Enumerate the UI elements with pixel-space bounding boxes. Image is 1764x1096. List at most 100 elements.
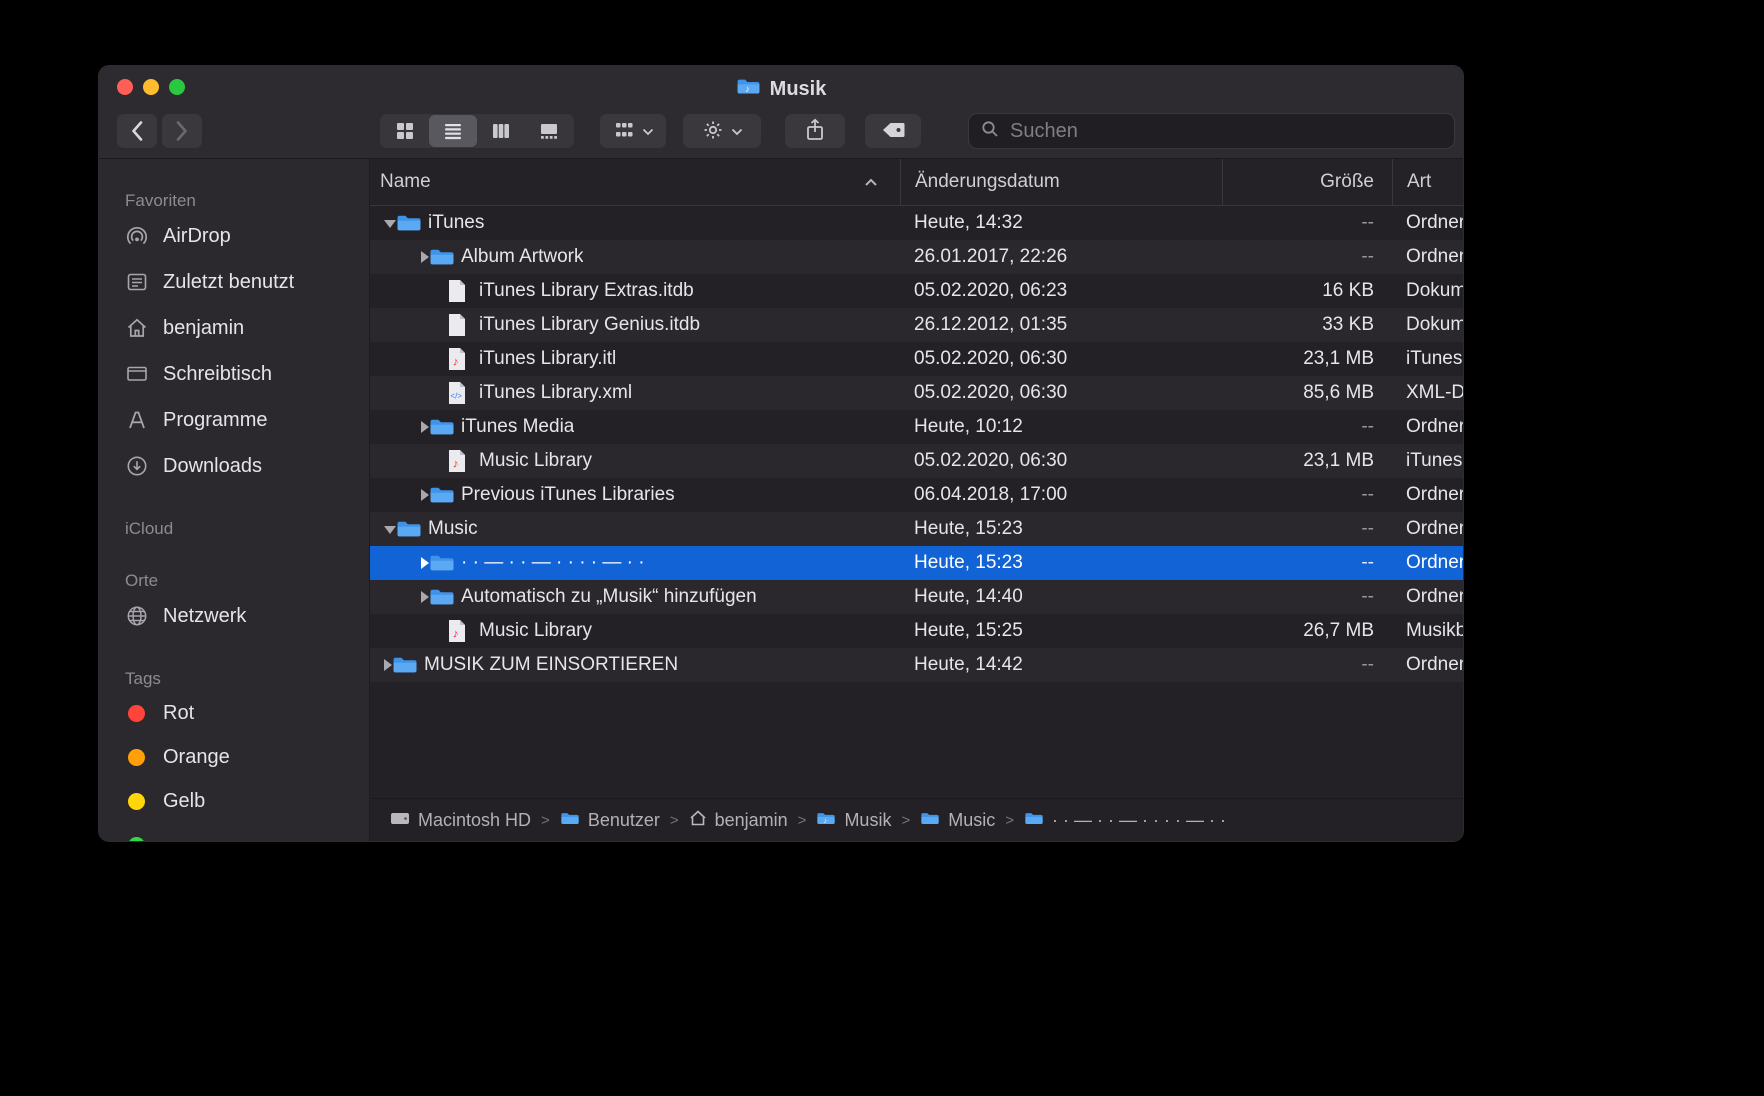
kind-cell: Musikbibliothek <box>1406 620 1463 641</box>
kind-cell: Ordner <box>1406 552 1463 573</box>
chevron-down-icon <box>731 124 743 139</box>
date-cell: Heute, 10:12 <box>914 416 1023 437</box>
sidebar-item-benjamin[interactable]: benjamin <box>99 305 369 351</box>
folder-icon <box>396 213 428 233</box>
file-name: iTunes <box>428 212 485 233</box>
name-cell: Album Artwork <box>370 246 900 268</box>
pathbar-item[interactable]: Music <box>920 810 995 831</box>
column-header-gr-e[interactable]: Größe <box>1222 159 1392 205</box>
file-row[interactable]: · · — · · — · · · · — · · Heute, 15:23 -- O… <box>370 546 1463 580</box>
file-row[interactable]: Automatisch zu „Musik“ hinzufügen Heute, … <box>370 580 1463 614</box>
sidebar-item-label: Zuletzt benutzt <box>163 270 295 293</box>
size-cell: 23,1 MB <box>1303 348 1374 369</box>
sidebar-item-airdrop[interactable]: AirDrop <box>99 213 369 259</box>
music-doc-icon: ♪ <box>447 619 479 643</box>
sidebar-item-zuletzt-benutzt[interactable]: Zuletzt benutzt <box>99 259 369 305</box>
sidebar-item-tag[interactable] <box>99 823 369 841</box>
file-row[interactable]: Music Heute, 15:23 -- Ordner <box>370 512 1463 546</box>
sidebar-item-programme[interactable]: Programme <box>99 397 369 443</box>
tag-color-icon <box>123 704 150 722</box>
date-cell: Heute, 15:23 <box>914 518 1023 539</box>
gallery-view-button[interactable] <box>525 115 573 147</box>
file-name: iTunes Library Extras.itdb <box>479 280 694 301</box>
sidebar-section-title: Tags <box>125 669 161 688</box>
file-row[interactable]: Previous iTunes Libraries 06.04.2018, 17:… <box>370 478 1463 512</box>
pathbar-item[interactable]: ♪ Musik <box>816 810 891 831</box>
pathbar-item[interactable]: Macintosh HD <box>390 810 531 831</box>
file-row[interactable]: iTunes Library Extras.itdb 05.02.2020, 06… <box>370 274 1463 308</box>
file-row[interactable]: iTunes Library Genius.itdb 26.12.2012, 01… <box>370 308 1463 342</box>
sidebar-item-netzwerk[interactable]: Netzwerk <box>99 593 369 639</box>
chevron-down-icon <box>642 124 654 139</box>
list-view-button[interactable] <box>429 115 477 147</box>
tags-button[interactable] <box>865 114 921 148</box>
disclosure-triangle[interactable] <box>421 421 429 433</box>
file-row[interactable]: iTunes Media Heute, 10:12 -- Ordner <box>370 410 1463 444</box>
file-name: Previous iTunes Libraries <box>461 484 675 505</box>
sidebar-item-orange[interactable]: Orange <box>99 735 369 779</box>
disclosure-triangle[interactable] <box>421 251 429 263</box>
file-name: Automatisch zu „Musik“ hinzufügen <box>461 586 757 607</box>
svg-text:♪: ♪ <box>453 457 459 471</box>
list-header: Name Änderungsdatum Größe Art <box>370 159 1463 206</box>
group-icon <box>613 119 635 144</box>
xml-doc-icon: </> <box>447 381 479 405</box>
back-button[interactable] <box>117 114 157 148</box>
name-cell: ♪ iTunes Library.itl <box>370 347 900 371</box>
file-row[interactable]: Album Artwork 26.01.2017, 22:26 -- Ordner <box>370 240 1463 274</box>
column-header-art[interactable]: Art <box>1392 159 1463 205</box>
file-name: · · — · · — · · · · — · · <box>461 552 645 573</box>
share-button[interactable] <box>785 114 845 148</box>
disclosure-triangle[interactable] <box>384 220 396 228</box>
folder-icon <box>429 247 461 267</box>
pathbar-label: Musik <box>844 809 892 830</box>
name-cell: Music <box>370 518 900 540</box>
pathbar-item[interactable]: Benutzer <box>560 810 660 831</box>
search-input[interactable] <box>1008 118 1442 144</box>
titlebar[interactable]: ♪ Musik <box>99 66 1463 159</box>
column-view-button[interactable] <box>477 115 525 147</box>
name-cell: iTunes Library Genius.itdb <box>370 313 900 337</box>
kind-cell: Ordner <box>1406 246 1463 267</box>
disclosure-triangle[interactable] <box>384 526 396 534</box>
forward-button[interactable] <box>162 114 202 148</box>
column-header-name[interactable]: Name <box>370 159 900 205</box>
disclosure-triangle[interactable] <box>384 659 392 671</box>
size-cell: 33 KB <box>1322 314 1374 335</box>
group-by-button[interactable] <box>600 114 666 148</box>
file-row[interactable]: MUSIK ZUM EINSORTIEREN Heute, 14:42 -- Ordn… <box>370 648 1463 682</box>
file-name: MUSIK ZUM EINSORTIEREN <box>424 654 679 675</box>
date-cell: 05.02.2020, 06:30 <box>914 382 1068 403</box>
file-row[interactable]: ♪ Music Library 05.02.2020, 06:30 23,1 MB iT… <box>370 444 1463 478</box>
pathbar-item[interactable]: benjamin <box>689 810 788 831</box>
size-cell: -- <box>1361 416 1374 437</box>
file-row[interactable]: iTunes Heute, 14:32 -- Ordner <box>370 206 1463 240</box>
file-row[interactable]: </> iTunes Library.xml 05.02.2020, 06:30 85… <box>370 376 1463 410</box>
kind-cell: Ordner <box>1406 586 1463 607</box>
sidebar-item-gelb[interactable]: Gelb <box>99 779 369 823</box>
file-name: Album Artwork <box>461 246 584 267</box>
sidebar-item-label: Orange <box>163 745 230 768</box>
size-cell: -- <box>1361 654 1374 675</box>
disclosure-triangle[interactable] <box>421 489 429 501</box>
kind-cell: Ordner <box>1406 212 1463 233</box>
sidebar-item-downloads[interactable]: Downloads <box>99 443 369 489</box>
pathbar-separator: > <box>1005 811 1014 829</box>
desktop-icon <box>123 362 150 386</box>
sidebar-section: Orte Netzwerk <box>99 569 369 639</box>
file-row[interactable]: ♪ Music Library Heute, 15:25 26,7 MB Musikbi… <box>370 614 1463 648</box>
sidebar-item-label: Programme <box>163 408 268 431</box>
column-header--nderungsdatum[interactable]: Änderungsdatum <box>900 159 1222 205</box>
pathbar-item[interactable]: · · — · · — · · · · — · · <box>1024 810 1226 831</box>
sidebar-item-schreibtisch[interactable]: Schreibtisch <box>99 351 369 397</box>
disclosure-triangle[interactable] <box>421 557 429 569</box>
file-row[interactable]: ♪ iTunes Library.itl 05.02.2020, 06:30 23,1… <box>370 342 1463 376</box>
column-header-label: Art <box>1407 171 1432 192</box>
action-menu-button[interactable] <box>683 114 761 148</box>
search-field[interactable] <box>968 113 1455 149</box>
icon-view-button[interactable] <box>381 115 429 147</box>
disclosure-triangle[interactable] <box>421 591 429 603</box>
file-name: Music Library <box>479 450 592 471</box>
kind-cell: Ordner <box>1406 654 1463 675</box>
sidebar-item-rot[interactable]: Rot <box>99 691 369 735</box>
